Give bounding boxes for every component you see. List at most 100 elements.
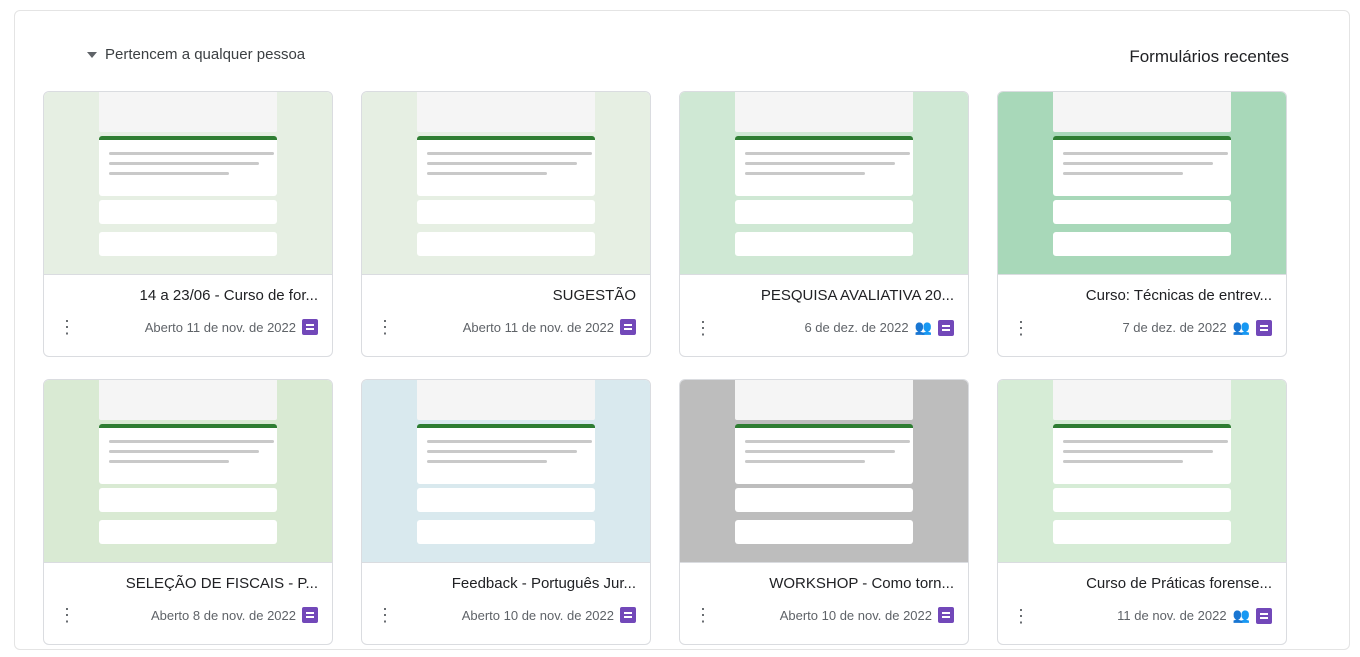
form-question-block — [99, 488, 277, 512]
form-card[interactable]: Curso de Práticas forense... ⋮ 11 de nov. … — [997, 379, 1287, 645]
form-card-info: Feedback - Português Jur... ⋮ Aberto 10 de… — [362, 563, 650, 624]
form-card-title: PESQUISA AVALIATIVA 20... — [760, 287, 954, 304]
form-card[interactable]: WORKSHOP - Como torn... ⋮ Aberto 10 de nov… — [679, 379, 969, 645]
text-line — [745, 460, 865, 463]
owner-filter-dropdown[interactable]: Pertencem a qualquer pessoa — [87, 46, 305, 63]
form-title-block — [417, 136, 595, 196]
form-card-info: Curso de Práticas forense... ⋮ 11 de nov. … — [998, 563, 1286, 625]
form-card-title: WORKSHOP - Como torn... — [769, 575, 954, 592]
form-thumbnail — [44, 92, 332, 275]
form-card-title: SUGESTÃO — [552, 287, 636, 304]
form-question-block — [1053, 232, 1231, 256]
form-question-block — [735, 520, 913, 544]
chevron-down-icon — [87, 51, 97, 58]
form-question-block — [99, 232, 277, 256]
google-forms-icon — [620, 319, 636, 335]
text-line — [745, 172, 865, 175]
google-forms-icon — [620, 607, 636, 623]
form-card-info: 14 a 23/06 - Curso de for... ⋮ Aberto 11 d… — [44, 275, 332, 336]
more-options-icon[interactable]: ⋮ — [58, 606, 76, 624]
form-question-block — [99, 520, 277, 544]
text-line — [109, 172, 229, 175]
text-line — [427, 152, 592, 155]
form-card-date: 11 de nov. de 2022 — [1117, 608, 1227, 623]
form-card[interactable]: SUGESTÃO ⋮ Aberto 11 de nov. de 2022 — [361, 91, 651, 357]
form-title-block — [1053, 424, 1231, 484]
form-card-info: SELEÇÃO DE FISCAIS - P... ⋮ Aberto 8 de no… — [44, 563, 332, 624]
google-forms-icon — [302, 319, 318, 335]
more-options-icon[interactable]: ⋮ — [376, 606, 394, 624]
form-card-meta: ⋮ Aberto 11 de nov. de 2022 — [58, 318, 318, 336]
recent-forms-panel: Formulários recentes Pertencem a qualque… — [14, 10, 1350, 650]
form-card-title: SELEÇÃO DE FISCAIS - P... — [125, 575, 318, 592]
text-line — [109, 460, 229, 463]
form-thumbnail — [362, 92, 650, 275]
form-header-image — [1053, 380, 1231, 420]
owner-filter-label: Pertencem a qualquer pessoa — [105, 46, 306, 63]
form-card-title: Feedback - Português Jur... — [451, 575, 636, 592]
text-line — [109, 162, 259, 165]
form-card[interactable]: PESQUISA AVALIATIVA 20... ⋮ 6 de dez. de 2… — [679, 91, 969, 357]
google-forms-icon — [302, 607, 318, 623]
form-header-image — [417, 92, 595, 132]
form-card-date: 7 de dez. de 2022 — [1122, 320, 1227, 335]
form-header-image — [1053, 92, 1231, 132]
form-header-image — [417, 380, 595, 420]
text-line — [1063, 172, 1183, 175]
form-card-date: Aberto 11 de nov. de 2022 — [144, 319, 296, 335]
form-thumbnail — [44, 380, 332, 563]
form-card[interactable]: Curso: Técnicas de entrev... ⋮ 7 de dez. d… — [997, 91, 1287, 357]
more-options-icon[interactable]: ⋮ — [1012, 607, 1030, 625]
form-card-info: PESQUISA AVALIATIVA 20... ⋮ 6 de dez. de 2… — [680, 275, 968, 337]
google-forms-icon — [938, 319, 954, 336]
text-line — [1063, 440, 1228, 443]
google-forms-icon — [938, 607, 954, 623]
text-line — [1063, 450, 1213, 453]
text-line — [745, 152, 910, 155]
form-question-block — [735, 200, 913, 224]
form-title-block — [735, 424, 913, 484]
form-card-meta: ⋮ Aberto 10 de nov. de 2022 — [376, 606, 636, 624]
form-title-block — [1053, 136, 1231, 196]
form-card-meta: ⋮ Aberto 11 de nov. de 2022 — [376, 318, 636, 336]
form-header-image — [735, 92, 913, 132]
form-title-block — [735, 136, 913, 196]
form-header-image — [735, 380, 913, 420]
more-options-icon[interactable]: ⋮ — [1012, 319, 1030, 337]
form-card-title: 14 a 23/06 - Curso de for... — [139, 287, 318, 304]
text-line — [427, 172, 547, 175]
form-card-title: Curso: Técnicas de entrev... — [1085, 287, 1272, 304]
more-options-icon[interactable]: ⋮ — [376, 318, 394, 336]
form-card-date: Aberto 10 de nov. de 2022 — [461, 607, 614, 623]
form-header-image — [99, 380, 277, 420]
more-options-icon[interactable]: ⋮ — [694, 606, 712, 624]
form-card[interactable]: 14 a 23/06 - Curso de for... ⋮ Aberto 11 d… — [43, 91, 333, 357]
text-line — [109, 440, 274, 443]
form-title-block — [99, 136, 277, 196]
text-line — [109, 152, 274, 155]
form-question-block — [735, 488, 913, 512]
form-thumbnail — [998, 92, 1286, 275]
form-card-meta: ⋮ 11 de nov. de 2022 👥 — [1012, 607, 1272, 625]
google-forms-icon — [1256, 319, 1272, 336]
form-title-block — [417, 424, 595, 484]
form-card-date: Aberto 8 de nov. de 2022 — [150, 607, 296, 623]
form-question-block — [417, 232, 595, 256]
shared-people-icon: 👥 — [914, 319, 932, 335]
form-card-date: Aberto 11 de nov. de 2022 — [462, 319, 614, 335]
form-thumbnail — [998, 380, 1286, 563]
more-options-icon[interactable]: ⋮ — [58, 318, 76, 336]
form-question-block — [99, 200, 277, 224]
text-line — [109, 450, 259, 453]
form-question-block — [735, 232, 913, 256]
form-card-info: SUGESTÃO ⋮ Aberto 11 de nov. de 2022 — [362, 275, 650, 336]
form-card-meta: ⋮ 7 de dez. de 2022 👥 — [1012, 319, 1272, 337]
text-line — [1063, 162, 1213, 165]
more-options-icon[interactable]: ⋮ — [694, 319, 712, 337]
form-card[interactable]: Feedback - Português Jur... ⋮ Aberto 10 de… — [361, 379, 651, 645]
form-card[interactable]: SELEÇÃO DE FISCAIS - P... ⋮ Aberto 8 de no… — [43, 379, 333, 645]
form-card-meta: ⋮ 6 de dez. de 2022 👥 — [694, 319, 954, 337]
form-card-title: Curso de Práticas forense... — [1086, 575, 1272, 592]
text-line — [427, 450, 577, 453]
form-card-meta: ⋮ Aberto 8 de nov. de 2022 — [58, 606, 318, 624]
